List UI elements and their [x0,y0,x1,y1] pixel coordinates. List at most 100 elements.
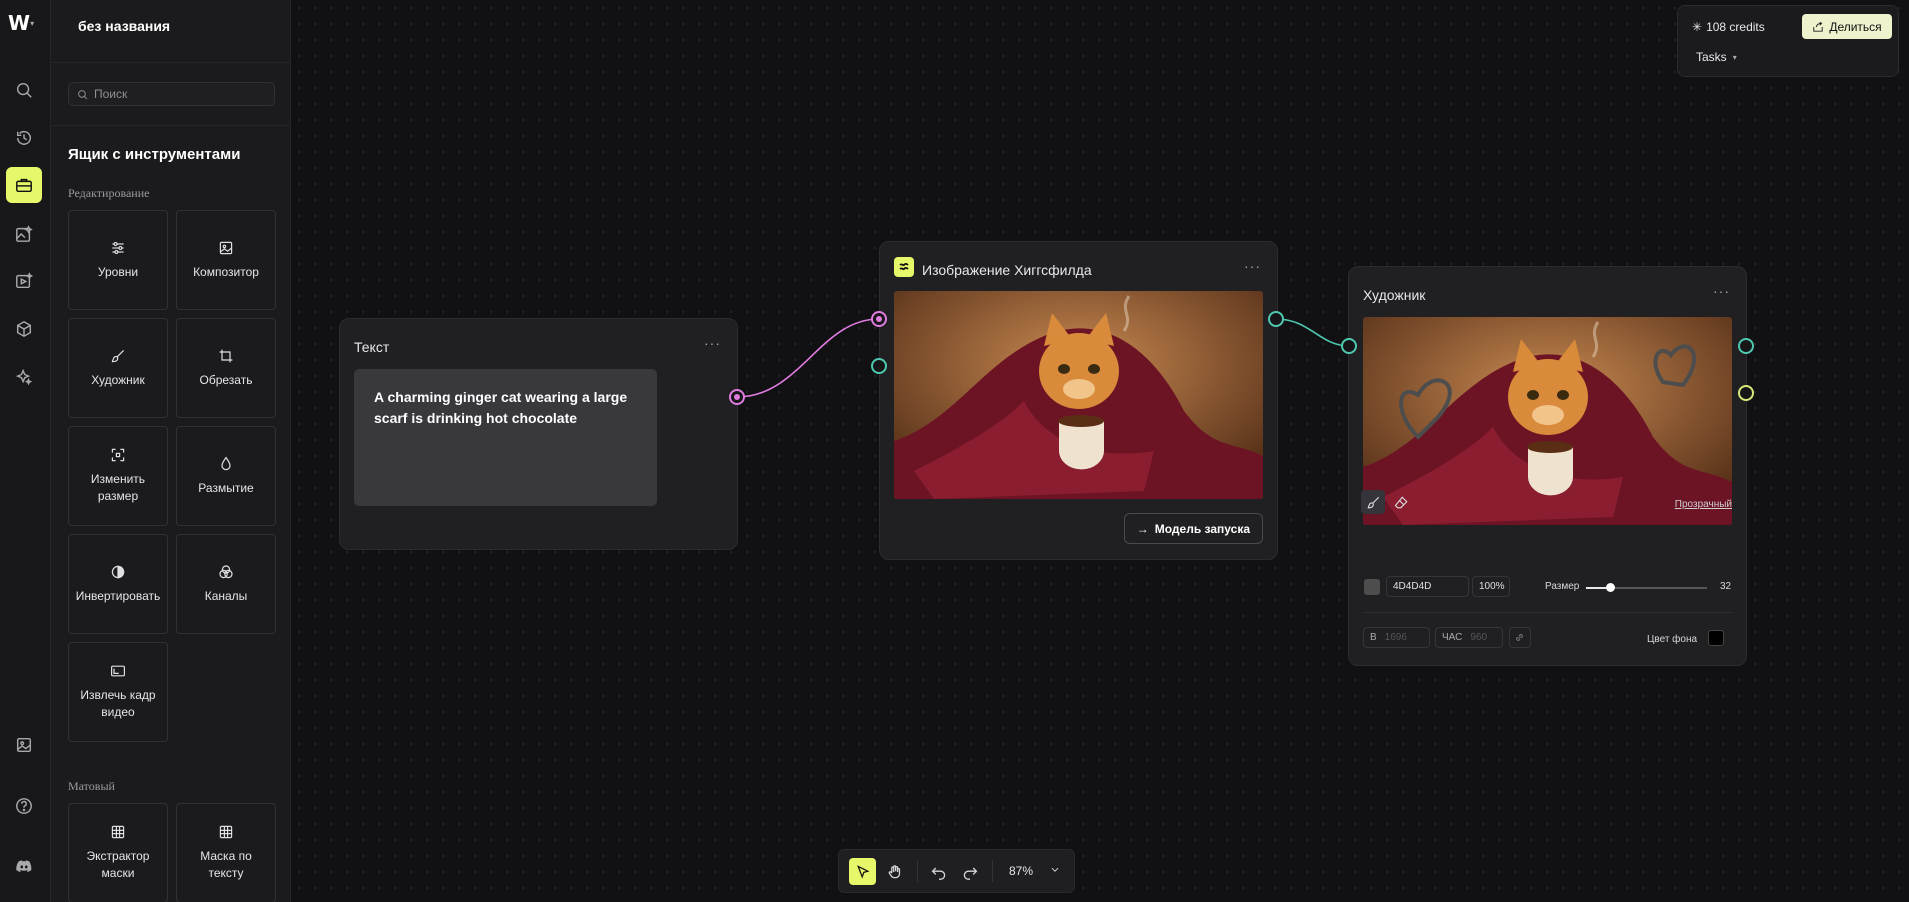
tool-label: Извлечь кадр видео [80,688,156,719]
node-title: Текст [354,339,390,355]
tool-invert[interactable]: Инвертировать [68,534,168,634]
tool-resize[interactable]: Изменить размер [68,426,168,526]
crop-icon [219,349,233,362]
app-root: W ▾ без названия Поиск Ящик с инструмент… [0,0,1909,902]
bg-color-swatch[interactable] [1708,630,1724,646]
run-label: Модель запуска [1154,521,1250,536]
tool-levels[interactable]: Уровни [68,210,168,310]
painter-node[interactable]: Художник ··· Прозрачный 4D4D4D 100% Разм… [1348,266,1747,666]
tasks-dropdown[interactable]: Tasks ▾ [1696,50,1737,64]
bg-color-label: Цвет фона [1647,634,1698,645]
height-placeholder: 960 [1470,632,1488,643]
mask-extract-icon [111,825,125,839]
resize-icon [111,448,125,462]
select-tool-button[interactable] [849,858,876,885]
generated-image [894,291,1263,499]
text-node[interactable]: Текст ··· A charming ginger cat wearing … [339,318,738,550]
project-name[interactable]: без названия [78,18,170,34]
search-input[interactable] [94,87,264,101]
tool-text-mask[interactable]: Маска по тексту [176,803,276,902]
tool-channels[interactable]: Каналы [176,534,276,634]
tasks-label: Tasks [1696,50,1727,64]
share-label: Делиться [1829,19,1882,34]
painter-mask-output-port[interactable] [1738,385,1754,401]
search-icon [78,89,88,99]
node-menu-button[interactable]: ··· [704,335,721,351]
gallery-icon[interactable] [6,727,42,763]
link-icon [1516,634,1523,641]
brush-tool-button[interactable] [1361,490,1385,514]
node-title: Изображение Хиггсфилда [922,262,1092,278]
tool-label: Композитор [193,264,259,279]
tool-label: Инвертировать [75,588,161,603]
redo-icon [963,867,977,880]
size-slider-knob[interactable] [1606,583,1616,592]
undo-icon [931,867,945,880]
tool-label: Размытие [198,480,254,495]
app-logo[interactable]: W ▾ [8,11,42,35]
painter-image-output-port[interactable] [1738,338,1754,354]
divider [51,62,290,63]
tool-mask-extractor[interactable]: Экстрактор маски [68,803,168,902]
image-edit-icon[interactable] [6,216,42,252]
size-value: 32 [1720,581,1732,592]
transparent-toggle[interactable]: Прозрачный [1675,499,1732,510]
pan-tool-button[interactable] [881,858,908,885]
brush-color-swatch[interactable] [1364,579,1380,595]
zoom-level[interactable]: 87% [1009,864,1033,878]
node-menu-button[interactable]: ··· [1713,283,1730,299]
link-dimensions-button[interactable] [1509,627,1531,648]
tool-search[interactable] [68,82,275,106]
tool-painter[interactable]: Художник [68,318,168,418]
divider [917,860,918,882]
tool-label: Изменить размер [90,472,146,503]
channels-icon [219,564,233,578]
height-label: ЧАС [1442,632,1463,643]
size-label: Размер [1545,581,1580,592]
sliders-icon [112,241,124,254]
tool-crop[interactable]: Обрезать [176,318,276,418]
size-slider[interactable] [1586,583,1707,592]
text-mask-icon [219,825,233,839]
image-output-port[interactable] [1268,311,1284,327]
chevron-down-icon[interactable] [1049,863,1061,881]
video-icon[interactable] [6,263,42,299]
tool-compositor[interactable]: Композитор [176,210,276,310]
cursor-icon [856,864,870,879]
prompt-textarea[interactable]: A charming ginger cat wearing a large sc… [354,369,657,506]
credits-display[interactable]: ✳ 108 credits [1692,20,1765,34]
color-hex-input[interactable]: 4D4D4D [1386,576,1469,597]
discord-icon[interactable] [6,848,42,884]
tool-blur[interactable]: Размытие [176,426,276,526]
share-button[interactable]: Делиться [1802,14,1892,39]
width-input[interactable]: В 1696 [1363,627,1430,648]
cube-icon[interactable] [6,311,42,347]
text-output-port[interactable] [729,389,745,405]
canvas-toolbar: 87% [838,849,1075,893]
tool-extract-frame[interactable]: Извлечь кадр видео [68,642,168,742]
image-reference-input-port[interactable] [871,358,887,374]
tool-label: Экстрактор маски [86,849,150,880]
redo-button[interactable] [956,858,983,885]
share-icon [1813,21,1823,32]
node-menu-button[interactable]: ··· [1244,258,1261,274]
frame-extract-icon [111,665,125,677]
eraser-tool-button[interactable] [1389,490,1413,514]
painter-image-input-port[interactable] [1341,338,1357,354]
compositor-icon [219,241,233,254]
invert-icon [111,565,125,578]
sparkle-icon[interactable] [6,359,42,395]
painter-canvas[interactable] [1363,317,1732,525]
opacity-input[interactable]: 100% [1472,576,1510,597]
toolbox-icon[interactable] [6,167,42,203]
section-matte-label: Матовый [68,779,115,793]
run-model-button[interactable]: → Модель запуска [1123,513,1263,544]
image-node[interactable]: Изображение Хиггсфилда ··· → Модель запу… [879,241,1278,560]
image-prompt-input-port[interactable] [871,311,887,327]
history-icon[interactable] [6,120,42,156]
search-icon[interactable] [6,72,42,108]
height-input[interactable]: ЧАС 960 [1435,627,1503,648]
undo-button[interactable] [925,858,952,885]
tool-label: Маска по тексту [200,849,252,880]
help-icon[interactable] [6,788,42,824]
